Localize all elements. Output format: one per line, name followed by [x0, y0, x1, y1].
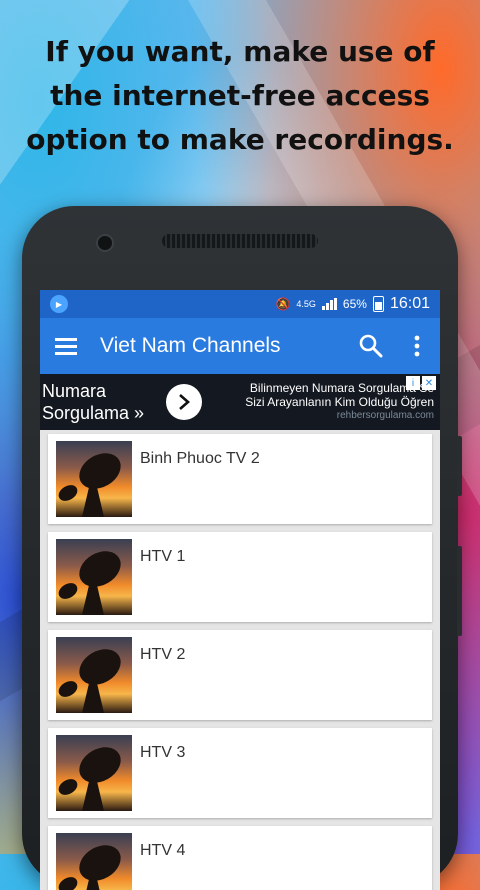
- channel-name: HTV 1: [140, 548, 186, 565]
- channel-name: Binh Phuoc TV 2: [140, 450, 260, 467]
- channel-card-htv-4[interactable]: HTV 4: [48, 826, 432, 890]
- headline-line-1: If you want, make use of: [45, 35, 435, 68]
- ad-line-2: Sizi Arayanlanın Kim Olduğu Öğren: [245, 395, 434, 409]
- headline-line-3: option to make recordings.: [26, 123, 454, 156]
- front-camera: [96, 234, 114, 252]
- channel-name: HTV 4: [140, 842, 186, 859]
- hamburger-menu-icon[interactable]: [40, 318, 92, 374]
- satellite-dish-thumbnail: [56, 539, 132, 615]
- battery-icon: [372, 296, 384, 312]
- search-icon[interactable]: [348, 318, 394, 374]
- ad-open-arrow-icon[interactable]: [166, 384, 202, 420]
- satellite-dish-thumbnail: [56, 637, 132, 713]
- app-toolbar: Viet Nam Channels: [40, 318, 440, 374]
- power-button: [457, 546, 462, 636]
- channel-card-htv-2[interactable]: HTV 2: [48, 630, 432, 720]
- ad-close-icon[interactable]: ✕: [422, 376, 436, 390]
- ad-headline-line-1: Numara: [42, 381, 107, 401]
- network-type: 4.5G: [296, 299, 316, 309]
- channel-card-htv-3[interactable]: HTV 3: [48, 728, 432, 818]
- channel-name: HTV 2: [140, 646, 186, 663]
- app-notification-icon: ▶: [50, 295, 68, 313]
- ad-badges: i ✕: [406, 376, 436, 390]
- phone-frame: ▶ 🔕 4.5G 65% 16:01 Viet Nam Channels Num…: [22, 206, 462, 890]
- channel-list: Binh Phuoc TV 2 HTV 1 HTV 2 HTV 3 HTV 4: [40, 430, 440, 890]
- ad-headline-line-2: Sorgulama »: [42, 403, 145, 423]
- app-title: Viet Nam Channels: [100, 334, 281, 357]
- signal-icon: [321, 298, 337, 310]
- satellite-dish-thumbnail: [56, 833, 132, 890]
- headline-line-2: the internet-free access: [50, 79, 430, 112]
- satellite-dish-thumbnail: [56, 735, 132, 811]
- channel-card-htv-1[interactable]: HTV 1: [48, 532, 432, 622]
- ad-line-1: Bilinmeyen Numara Sorgulama Se: [249, 381, 434, 395]
- more-vertical-icon[interactable]: [394, 318, 440, 374]
- ad-headline: Numara Sorgulama »: [40, 380, 162, 424]
- channel-name: HTV 3: [140, 744, 186, 761]
- promo-headline: If you want, make use of the internet-fr…: [0, 30, 480, 162]
- status-bar: ▶ 🔕 4.5G 65% 16:01: [40, 290, 440, 318]
- ad-info-icon[interactable]: i: [406, 376, 420, 390]
- ad-banner[interactable]: Numara Sorgulama » Bilinmeyen Numara Sor…: [40, 374, 440, 430]
- earpiece-speaker: [162, 234, 318, 248]
- mute-vibrate-icon: 🔕: [275, 297, 291, 311]
- clock: 16:01: [389, 295, 430, 312]
- satellite-dish-thumbnail: [56, 441, 132, 517]
- ad-url: rehbersorgulama.com: [336, 410, 434, 421]
- phone-screen: ▶ 🔕 4.5G 65% 16:01 Viet Nam Channels Num…: [40, 290, 440, 890]
- volume-button: [457, 436, 462, 496]
- status-indicators: 🔕 4.5G 65% 16:01: [275, 295, 430, 313]
- channel-card-binh-phuoc-tv-2[interactable]: Binh Phuoc TV 2: [48, 434, 432, 524]
- battery-percent: 65%: [342, 297, 367, 311]
